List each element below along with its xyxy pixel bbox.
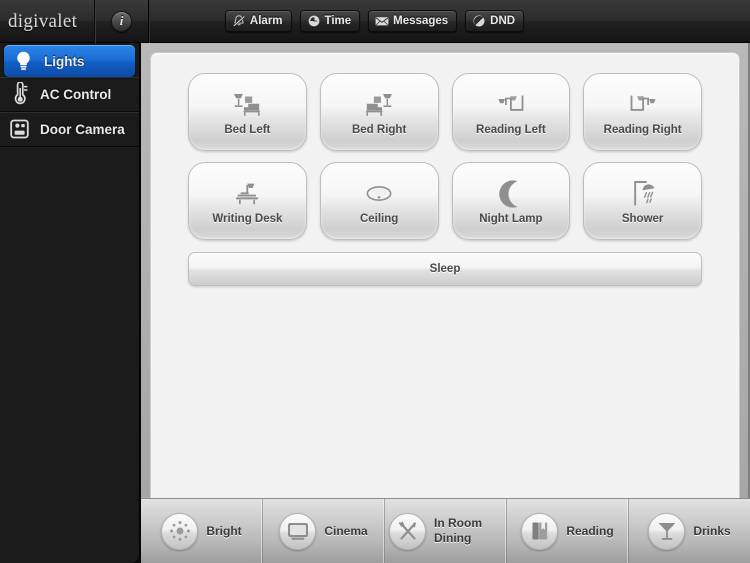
sleep-button[interactable]: Sleep bbox=[188, 252, 702, 286]
dock-item-bright-label: Bright bbox=[206, 523, 242, 538]
sidebar-item-door-camera-label: Door Camera bbox=[40, 121, 125, 137]
dock-item-drinks-label: Drinks bbox=[693, 523, 731, 538]
brand-logo-text: digivalet bbox=[8, 10, 78, 32]
digivalet-app: digivalet i Alarm Time Messages DND Ligh… bbox=[0, 0, 750, 563]
light-button-night-lamp-label: Night Lamp bbox=[479, 212, 543, 225]
light-button-shower[interactable]: Shower bbox=[583, 162, 702, 240]
alarm-button-label: Alarm bbox=[249, 15, 283, 27]
bottom-dock: Bright Cinema In Room Dining Reading Dri… bbox=[141, 498, 750, 563]
reading-lamp-right-icon bbox=[627, 89, 659, 121]
dock-item-cinema-label: Cinema bbox=[324, 523, 368, 538]
alarm-off-icon bbox=[232, 14, 246, 28]
light-button-ceiling-label: Ceiling bbox=[359, 212, 399, 225]
envelope-icon bbox=[375, 14, 389, 28]
lights-grid: Bed Left Bed Right Reading Left Reading … bbox=[188, 73, 702, 240]
light-button-ceiling[interactable]: Ceiling bbox=[319, 162, 439, 240]
sidebar-item-ac-control[interactable]: AC Control bbox=[0, 77, 139, 112]
light-button-bed-left-label: Bed Left bbox=[224, 123, 271, 136]
info-icon[interactable]: i bbox=[111, 10, 132, 32]
sidebar-item-lights-label: Lights bbox=[44, 53, 85, 69]
dock-item-reading-label: Reading bbox=[566, 523, 614, 538]
light-button-bed-right-label: Bed Right bbox=[351, 123, 407, 136]
dock-item-drinks[interactable]: Drinks bbox=[629, 499, 750, 563]
sidebar-filler bbox=[0, 147, 139, 155]
fork-knife-icon bbox=[389, 512, 426, 550]
martini-glass-icon bbox=[648, 512, 686, 550]
lightbulb-icon bbox=[12, 49, 34, 73]
thermometer-icon bbox=[8, 82, 30, 106]
crescent-moon-icon bbox=[497, 178, 525, 210]
light-button-reading-left[interactable]: Reading Left bbox=[451, 73, 571, 151]
light-button-writing-desk-label: Writing Desk bbox=[212, 212, 283, 225]
ceiling-light-icon bbox=[362, 178, 396, 210]
dnd-button-label: DND bbox=[490, 15, 516, 27]
lights-content: Bed Left Bed Right Reading Left Reading … bbox=[150, 52, 740, 499]
dock-item-in-room-dining-label: In Room Dining bbox=[434, 516, 482, 545]
dock-item-reading[interactable]: Reading bbox=[507, 498, 629, 563]
dock-item-bright[interactable]: Bright bbox=[141, 498, 263, 563]
sidebar: Lights AC Control Door Camera bbox=[0, 43, 140, 563]
do-not-disturb-icon bbox=[472, 14, 486, 28]
main-panel: Bed Left Bed Right Reading Left Reading … bbox=[141, 43, 750, 499]
light-button-bed-left[interactable]: Bed Left bbox=[188, 73, 307, 151]
dnd-button[interactable]: DND bbox=[465, 10, 525, 32]
sleep-button-label: Sleep bbox=[429, 263, 461, 275]
brightness-sun-icon bbox=[161, 512, 199, 550]
light-button-reading-left-label: Reading Left bbox=[476, 123, 546, 136]
sidebar-item-door-camera[interactable]: Door Camera bbox=[0, 112, 139, 147]
light-button-night-lamp[interactable]: Night Lamp bbox=[451, 162, 571, 240]
showerhead-icon bbox=[628, 178, 658, 210]
bed-lamp-right-icon bbox=[362, 89, 396, 121]
bed-lamp-left-icon bbox=[230, 89, 264, 121]
top-bar-actions: Alarm Time Messages DND bbox=[149, 0, 750, 43]
top-bar: digivalet i Alarm Time Messages DND bbox=[0, 0, 750, 43]
desk-lamp-icon bbox=[231, 178, 263, 210]
reading-lamp-left-icon bbox=[495, 89, 527, 121]
light-button-writing-desk[interactable]: Writing Desk bbox=[188, 162, 307, 240]
alarm-button[interactable]: Alarm bbox=[224, 10, 292, 32]
dock-item-cinema[interactable]: Cinema bbox=[263, 498, 385, 563]
dock-item-in-room-dining[interactable]: In Room Dining bbox=[385, 498, 507, 563]
messages-button-label: Messages bbox=[393, 15, 449, 27]
time-button[interactable]: Time bbox=[299, 10, 361, 32]
light-button-reading-right[interactable]: Reading Right bbox=[583, 73, 702, 151]
camera-icon bbox=[8, 117, 30, 141]
sidebar-item-lights[interactable]: Lights bbox=[4, 45, 135, 77]
info-button-zone: i bbox=[95, 0, 149, 43]
light-button-bed-right[interactable]: Bed Right bbox=[319, 73, 439, 151]
clock-icon bbox=[307, 14, 321, 28]
brand-logo: digivalet bbox=[0, 0, 95, 43]
light-button-shower-label: Shower bbox=[621, 212, 664, 225]
time-button-label: Time bbox=[324, 15, 352, 27]
light-button-reading-right-label: Reading Right bbox=[603, 123, 682, 136]
television-icon bbox=[279, 512, 317, 550]
messages-button[interactable]: Messages bbox=[368, 10, 458, 32]
sidebar-item-ac-control-label: AC Control bbox=[40, 86, 112, 102]
book-icon bbox=[521, 512, 559, 550]
